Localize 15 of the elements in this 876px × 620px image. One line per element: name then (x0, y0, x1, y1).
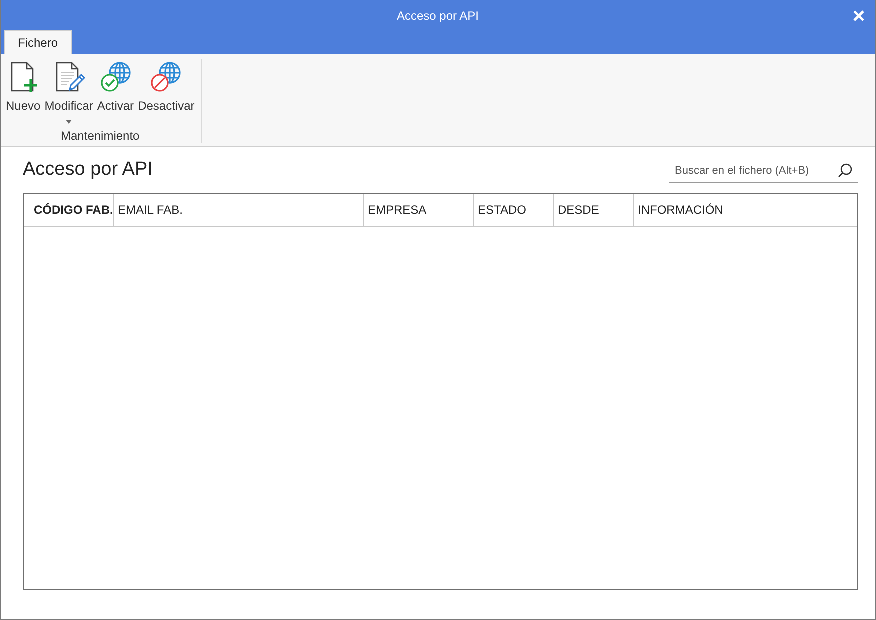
close-button[interactable] (851, 8, 867, 24)
ribbon-button[interactable]: Desactivar (137, 59, 196, 115)
close-icon (853, 10, 865, 22)
group-label: Mantenimiento (61, 129, 140, 143)
caret-icon (66, 120, 72, 124)
search-field[interactable]: Buscar en el fichero (Alt+B) (669, 159, 858, 183)
window-title: Acceso por API (396, 8, 480, 22)
ribbon-button[interactable]: Modificar (44, 59, 94, 126)
globe-check-icon (100, 61, 132, 93)
ribbon-tab[interactable]: Fichero (4, 30, 72, 54)
page-heading: Acceso por API (23, 159, 153, 181)
globe-prohibited-icon (150, 61, 182, 93)
ribbon-button[interactable]: Nuevo (5, 59, 42, 115)
ribbon-button[interactable]: Activar (96, 59, 136, 115)
search-icon (838, 163, 853, 178)
